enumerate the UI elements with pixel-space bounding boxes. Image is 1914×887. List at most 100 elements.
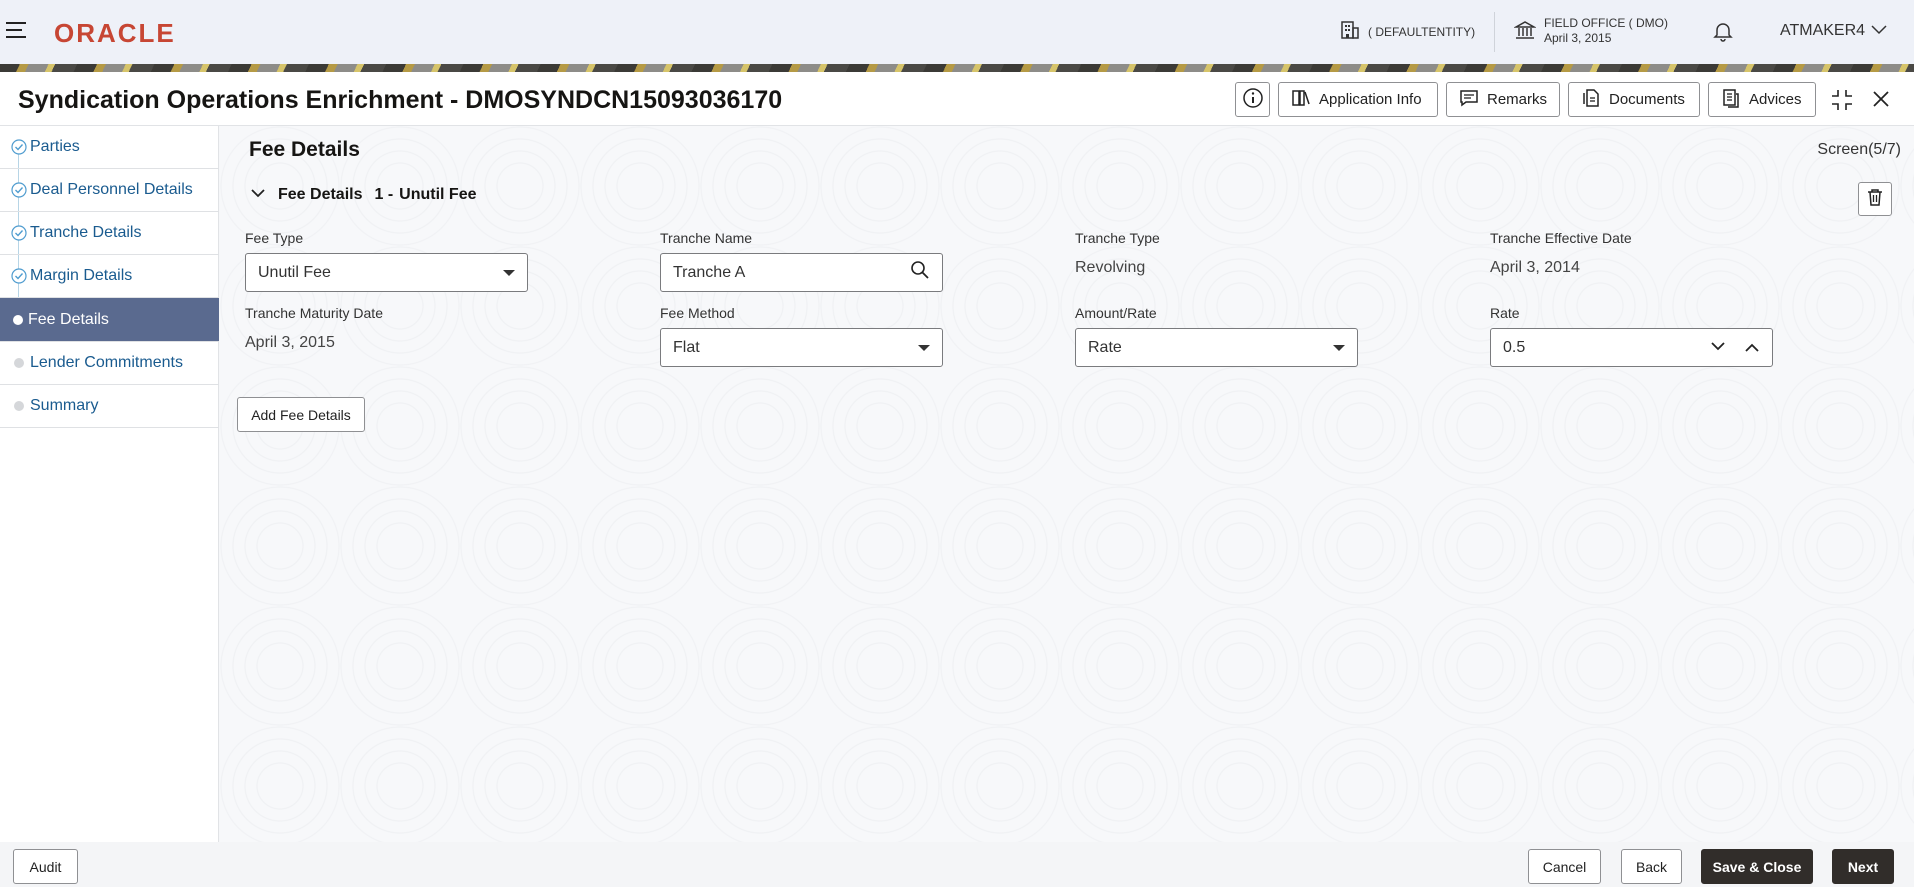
title-bar: Syndication Operations Enrichment - DMOS… (0, 72, 1914, 126)
user-menu[interactable]: ATMAKER4 (1780, 22, 1887, 40)
advices-button[interactable]: Advices (1708, 82, 1816, 117)
amount-rate-select[interactable]: Rate (1075, 328, 1358, 367)
current-step-dot (13, 314, 23, 325)
sidebar-item-fee-details[interactable]: Fee Details (0, 298, 219, 342)
next-button[interactable]: Next (1832, 849, 1894, 884)
sidebar-item-label: Summary (30, 397, 99, 414)
entity-selector[interactable]: ( DEFAULTENTITY) (1340, 20, 1475, 43)
screen-counter: Screen(5/7) (1817, 141, 1901, 158)
tranche-effective-date-value: April 3, 2014 (1490, 259, 1580, 276)
dropdown-caret-icon (1333, 344, 1345, 351)
tranche-effective-date-field: Tranche Effective Date April 3, 2014 (1490, 230, 1632, 277)
back-button[interactable]: Back (1621, 849, 1682, 884)
fee-type-field: Fee Type Unutil Fee (245, 230, 528, 292)
tranche-maturity-date-field: Tranche Maturity Date April 3, 2015 (245, 305, 383, 352)
hamburger-menu-icon[interactable] (6, 22, 28, 40)
fee-method-field: Fee Method Flat (660, 305, 943, 367)
application-info-button[interactable]: Application Info (1278, 82, 1438, 117)
chevron-down-icon (250, 186, 266, 204)
rate-field: Rate 0.5 (1490, 305, 1773, 367)
fee-type-value: Unutil Fee (258, 263, 331, 281)
footer-bar: Audit Cancel Back Save & Close Next (0, 842, 1914, 887)
tranche-effective-date-label: Tranche Effective Date (1490, 230, 1632, 246)
sidebar-item-lender-commitments[interactable]: Lender Commitments (0, 342, 219, 385)
close-icon[interactable] (1870, 88, 1892, 115)
search-icon[interactable] (910, 260, 930, 285)
section-title: Fee Details (249, 138, 360, 161)
fee-type-label: Fee Type (245, 230, 304, 246)
chevron-down-icon (1871, 22, 1887, 40)
pending-step-dot (14, 401, 24, 411)
office-selector[interactable]: FIELD OFFICE ( DMO) April 3, 2015 (1513, 16, 1668, 46)
header-divider (1494, 12, 1495, 52)
sidebar-item-label: Lender Commitments (30, 354, 183, 371)
documents-button[interactable]: Documents (1568, 82, 1700, 117)
building-icon (1340, 20, 1360, 43)
sidebar-item-summary[interactable]: Summary (0, 385, 219, 428)
app-info-icon (1291, 88, 1311, 112)
main-content: Fee Details Screen(5/7) Fee Details 1 - … (220, 126, 1914, 842)
delete-fee-button[interactable] (1858, 182, 1892, 216)
remarks-label: Remarks (1487, 91, 1548, 108)
accordion-title: Fee Details (278, 186, 363, 203)
sidebar-item-parties[interactable]: Parties (0, 126, 219, 169)
sidebar-item-label: Margin Details (30, 267, 133, 284)
application-info-label: Application Info (1319, 91, 1422, 108)
tranche-type-value: Revolving (1075, 259, 1146, 276)
sidebar-item-label: Tranche Details (30, 224, 142, 241)
fee-method-label: Fee Method (660, 305, 735, 321)
dropdown-caret-icon (503, 269, 515, 276)
tranche-type-field: Tranche Type Revolving (1075, 230, 1160, 277)
amount-rate-field: Amount/Rate Rate (1075, 305, 1358, 367)
sidebar-item-tranche-details[interactable]: Tranche Details (0, 212, 219, 255)
step-navigation: Parties Deal Personnel Details Tranche D… (0, 126, 219, 842)
tranche-maturity-date-value: April 3, 2015 (245, 334, 335, 351)
check-circle-icon (11, 268, 27, 289)
rate-value: 0.5 (1503, 338, 1526, 356)
trash-icon (1865, 187, 1885, 212)
fee-type-select[interactable]: Unutil Fee (245, 253, 528, 292)
chevron-up-icon[interactable] (1744, 339, 1760, 357)
check-circle-icon (11, 182, 27, 203)
comment-icon (1459, 88, 1479, 112)
oracle-logo: ORACLE (54, 18, 176, 48)
bank-icon (1513, 19, 1537, 44)
collapse-window-icon[interactable] (1830, 88, 1854, 117)
add-fee-details-button[interactable]: Add Fee Details (237, 397, 365, 432)
tranche-name-label: Tranche Name (660, 230, 753, 246)
advices-label: Advices (1749, 91, 1802, 108)
sidebar-item-label: Deal Personnel Details (30, 181, 193, 198)
sidebar-item-deal-personnel-details[interactable]: Deal Personnel Details (0, 169, 219, 212)
tranche-name-field: Tranche Name Tranche A (660, 230, 943, 292)
save-and-close-button[interactable]: Save & Close (1701, 849, 1813, 884)
tranche-name-input[interactable]: Tranche A (660, 253, 943, 292)
check-circle-icon (11, 139, 27, 160)
amount-rate-label: Amount/Rate (1075, 305, 1157, 321)
chevron-down-icon[interactable] (1710, 339, 1726, 357)
office-date: April 3, 2015 (1544, 31, 1612, 45)
dropdown-caret-icon (918, 344, 930, 351)
tranche-type-label: Tranche Type (1075, 230, 1160, 246)
sidebar-item-margin-details[interactable]: Margin Details (0, 255, 219, 298)
entity-label: ( DEFAULTENTITY) (1368, 24, 1476, 39)
rate-stepper[interactable]: 0.5 (1490, 328, 1773, 367)
documents-label: Documents (1609, 91, 1685, 108)
decorative-banner-stripe (0, 64, 1914, 72)
check-circle-icon (11, 225, 27, 246)
info-button[interactable] (1235, 82, 1270, 117)
sidebar-item-label: Fee Details (28, 310, 109, 328)
sidebar-item-label: Parties (30, 138, 80, 155)
cancel-button[interactable]: Cancel (1528, 849, 1601, 884)
page-title: Syndication Operations Enrichment - DMOS… (18, 86, 783, 114)
tranche-name-value: Tranche A (673, 263, 746, 281)
bell-icon[interactable] (1712, 20, 1734, 47)
fee-accordion-header[interactable]: Fee Details 1 - Unutil Fee (250, 186, 477, 204)
tranche-maturity-date-label: Tranche Maturity Date (245, 305, 383, 321)
fee-method-select[interactable]: Flat (660, 328, 943, 367)
remarks-button[interactable]: Remarks (1446, 82, 1560, 117)
info-icon (1242, 87, 1264, 113)
accordion-fee-name: Unutil Fee (399, 186, 477, 203)
rate-label: Rate (1490, 305, 1520, 321)
top-header: ORACLE ( DEFAULTENTITY) FIELD OFFICE ( D… (0, 0, 1914, 64)
audit-button[interactable]: Audit (13, 849, 78, 884)
